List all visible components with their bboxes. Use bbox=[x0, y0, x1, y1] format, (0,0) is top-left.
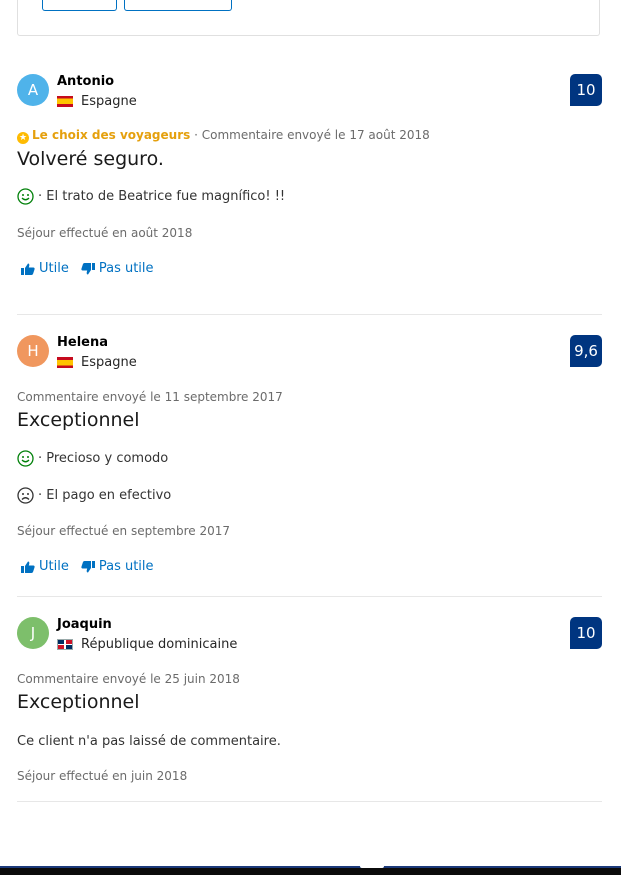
reviewer-country: République dominicaine bbox=[57, 637, 237, 652]
not-helpful-button[interactable]: Pas utile bbox=[81, 261, 154, 276]
review-actions: Utile Pas utile bbox=[21, 559, 166, 574]
smile-icon bbox=[17, 188, 34, 205]
review-date: Commentaire envoyé le 11 septembre 2017 bbox=[17, 390, 283, 404]
dominican-republic-flag-icon bbox=[57, 639, 73, 650]
smile-icon bbox=[17, 450, 34, 467]
travellers-choice-badge: Le choix des voyageurs bbox=[32, 128, 191, 142]
avatar: A bbox=[17, 74, 49, 106]
meta-separator: · bbox=[190, 128, 202, 142]
stay-date: Séjour effectué en juin 2018 bbox=[17, 769, 188, 783]
not-helpful-label: Pas utile bbox=[98, 559, 154, 574]
stay-date: Séjour effectué en septembre 2017 bbox=[17, 524, 231, 538]
reviewer-country: Espagne bbox=[57, 355, 137, 370]
reviewer-name: Helena bbox=[57, 335, 108, 350]
score-badge: 9,6 bbox=[570, 335, 602, 367]
positive-text: · Precioso y comodo bbox=[38, 451, 169, 466]
divider bbox=[17, 314, 602, 315]
helpful-button[interactable]: Utile bbox=[21, 559, 69, 574]
positive-comment: · Precioso y comodo bbox=[17, 450, 168, 467]
spain-flag-icon bbox=[57, 357, 73, 368]
helpful-label: Utile bbox=[39, 261, 69, 276]
bottom-bar bbox=[0, 866, 621, 875]
country-label: Espagne bbox=[81, 94, 137, 109]
star-icon: ★ bbox=[17, 132, 29, 144]
thumbs-up-icon bbox=[21, 561, 35, 573]
thumbs-down-icon bbox=[81, 262, 95, 274]
reviewer-name: Antonio bbox=[57, 74, 115, 89]
negative-comment: · El pago en efectivo bbox=[17, 487, 171, 504]
review-card: J Joaquin République dominicaine 10 Comm… bbox=[17, 617, 602, 797]
stay-date: Séjour effectué en août 2018 bbox=[17, 226, 193, 240]
previous-review-box bbox=[17, 0, 600, 36]
review-title: Exceptionnel bbox=[17, 409, 140, 431]
review-card: A Antonio Espagne 10 ★ Le choix des voyag… bbox=[17, 74, 602, 284]
review-actions: Utile Pas utile bbox=[21, 261, 166, 276]
bottom-bar-accent bbox=[0, 866, 621, 868]
country-label: République dominicaine bbox=[81, 637, 238, 652]
review-title: Volveré seguro. bbox=[17, 148, 164, 170]
bottom-bar-handle bbox=[360, 866, 384, 868]
frown-icon bbox=[17, 487, 34, 504]
score-badge: 10 bbox=[570, 617, 602, 649]
negative-text: · El pago en efectivo bbox=[38, 488, 172, 503]
helpful-button[interactable]: Utile bbox=[21, 261, 69, 276]
positive-comment: · El trato de Beatrice fue magnífico! !! bbox=[17, 188, 285, 205]
reviewer-country: Espagne bbox=[57, 94, 137, 109]
positive-text: · El trato de Beatrice fue magnífico! !! bbox=[38, 189, 286, 204]
review-date: Commentaire envoyé le 25 juin 2018 bbox=[17, 672, 240, 686]
reviewer-name: Joaquin bbox=[57, 617, 112, 632]
review-card: H Helena Espagne 9,6 Commentaire envoyé … bbox=[17, 335, 602, 585]
thumbs-down-icon bbox=[81, 560, 95, 572]
review-title: Exceptionnel bbox=[17, 691, 140, 713]
helpful-label: Utile bbox=[39, 559, 69, 574]
not-helpful-button[interactable]: Pas utile bbox=[81, 559, 154, 574]
divider bbox=[17, 801, 602, 802]
review-date: Commentaire envoyé le 17 août 2018 bbox=[201, 128, 430, 142]
spain-flag-icon bbox=[57, 96, 73, 107]
review-meta: ★ Le choix des voyageurs · Commentaire en… bbox=[17, 128, 430, 144]
thumbs-up-icon bbox=[21, 263, 35, 275]
no-comment-text: Ce client n'a pas laissé de commentaire. bbox=[17, 734, 281, 749]
divider bbox=[17, 596, 602, 597]
avatar: J bbox=[17, 617, 49, 649]
not-helpful-label: Pas utile bbox=[98, 261, 154, 276]
avatar: H bbox=[17, 335, 49, 367]
previous-box-button-2[interactable] bbox=[124, 0, 232, 11]
score-badge: 10 bbox=[570, 74, 602, 106]
country-label: Espagne bbox=[81, 355, 137, 370]
previous-box-button-1[interactable] bbox=[42, 0, 117, 11]
